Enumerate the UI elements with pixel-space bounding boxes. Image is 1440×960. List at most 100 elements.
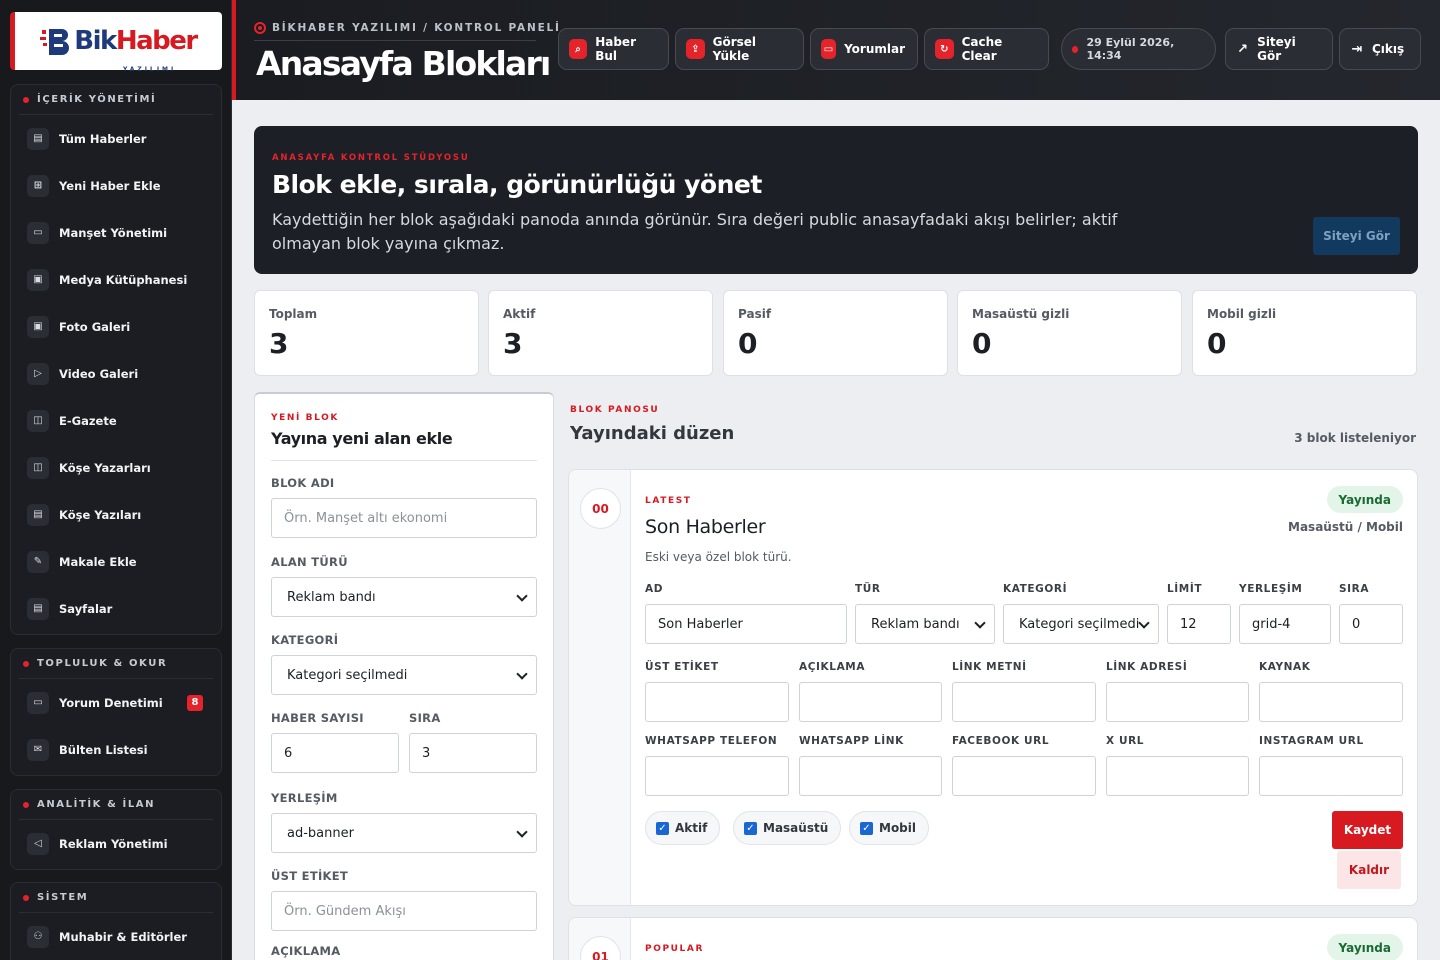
- stat-card-desktop-hidden: Masaüstü gizli 0: [957, 290, 1182, 376]
- book-icon: ◫: [27, 456, 49, 479]
- sidebar-item-add-article[interactable]: ✎ Makale Ekle: [11, 538, 221, 585]
- field-label: LİNK METNİ: [952, 661, 1027, 673]
- sidebar-item-media[interactable]: ▣ Medya Kütüphanesi: [11, 256, 221, 303]
- link-url-input[interactable]: [1106, 682, 1249, 722]
- block-category-select[interactable]: Kategori seçilmedi: [1003, 604, 1159, 644]
- sidebar-item-label: Sayfalar: [59, 601, 113, 616]
- photo-icon: ▣: [27, 315, 49, 338]
- board-count: 3 blok listeleniyor: [1294, 431, 1416, 445]
- whatsapp-phone-input[interactable]: [645, 756, 789, 796]
- topbar: BİKHABER YAZILIMI / KONTROL PANELİ Anasa…: [232, 0, 1440, 100]
- logo-b-icon: [40, 29, 70, 55]
- sidebar-item-ads[interactable]: ◁ Reklam Yönetimi: [11, 820, 221, 867]
- category-select[interactable]: Kategori seçilmedi: [271, 655, 537, 695]
- divider: [271, 460, 537, 461]
- area-type-select[interactable]: Reklam bandı: [271, 577, 537, 617]
- field-label: KATEGORİ: [1003, 583, 1068, 595]
- video-icon: ▷: [27, 362, 49, 385]
- sidebar-item-add-news[interactable]: ⊞ Yeni Haber Ekle: [11, 162, 221, 209]
- order-input[interactable]: 3: [409, 733, 537, 773]
- mobile-checkbox[interactable]: ✓ Mobil: [849, 811, 930, 845]
- logout-button[interactable]: ⇥ Çıkış: [1339, 28, 1421, 70]
- sidebar-item-columnists[interactable]: ◫ Köşe Yazarları: [11, 444, 221, 491]
- sidebar-item-columns[interactable]: ▤ Köşe Yazıları: [11, 491, 221, 538]
- external-link-icon: ↗: [1237, 41, 1249, 57]
- field-label: LİMİT: [1167, 583, 1203, 595]
- sidebar-item-e-newspaper[interactable]: ◫ E-Gazete: [11, 397, 221, 444]
- sidebar-item-comment-moderation[interactable]: ▭ Yorum Denetimi 8: [11, 679, 221, 726]
- device-visibility: Masaüstü / Mobil: [1288, 520, 1403, 534]
- status-badge: Yayında: [1326, 934, 1403, 960]
- sidebar-item-all-news[interactable]: ▤ Tüm Haberler: [11, 115, 221, 162]
- block-order-input[interactable]: 0: [1339, 604, 1403, 644]
- sidebar-item-headline[interactable]: ▭ Manşet Yönetimi: [11, 209, 221, 256]
- check-icon: ✓: [744, 821, 757, 835]
- sidebar-item-label: Makale Ekle: [59, 554, 137, 569]
- block-order-rail: 01: [569, 918, 631, 960]
- block-description: Eski veya özel blok türü.: [645, 550, 792, 564]
- save-button[interactable]: Kaydet: [1332, 811, 1403, 849]
- sidebar-item-pages[interactable]: ▤ Sayfalar: [11, 585, 221, 632]
- sidebar-item-newsletter[interactable]: ✉ Bülten Listesi: [11, 726, 221, 773]
- active-checkbox[interactable]: ✓ Aktif: [645, 811, 721, 845]
- brand-name: BikHaber: [74, 26, 198, 56]
- stat-card-total: Toplam 3: [254, 290, 479, 376]
- sidebar-item-reporters[interactable]: ⚇ Muhabir & Editörler: [11, 913, 221, 960]
- stat-card-active: Aktif 3: [488, 290, 713, 376]
- document-icon: ▤: [27, 597, 49, 620]
- desktop-checkbox[interactable]: ✓ Masaüstü: [733, 811, 842, 845]
- sidebar-item-label: Bülten Listesi: [59, 742, 148, 757]
- facebook-url-input[interactable]: [952, 756, 1096, 796]
- comments-button[interactable]: ▭ Yorumlar: [810, 28, 918, 70]
- hero-view-site-button[interactable]: Siteyi Gör: [1313, 217, 1400, 255]
- sidebar-item-video-gallery[interactable]: ▷ Video Galeri: [11, 350, 221, 397]
- sidebar-item-label: Muhabir & Editörler: [59, 929, 187, 944]
- remove-button[interactable]: Kaldır: [1337, 851, 1401, 889]
- find-news-button[interactable]: ⌕ Haber Bul: [558, 28, 669, 70]
- block-card: 00 LATEST Son Haberler Eski veya özel bl…: [568, 469, 1418, 906]
- upload-image-button[interactable]: ⇪ Görsel Yükle: [675, 28, 804, 70]
- sidebar-item-label: Tüm Haberler: [59, 131, 147, 146]
- hero-title: Blok ekle, sırala, görünürlüğü yönet: [272, 170, 762, 199]
- bullet-dot: [23, 801, 29, 808]
- block-name-input[interactable]: Örn. Manşet altı ekonomi: [271, 498, 537, 538]
- sidebar-item-photo-gallery[interactable]: ▣ Foto Galeri: [11, 303, 221, 350]
- block-name-input[interactable]: Son Haberler: [645, 604, 847, 644]
- sidebar-group-title: SİSTEM: [37, 892, 89, 903]
- mail-icon: ✉: [27, 738, 49, 761]
- field-label: TÜR: [855, 583, 881, 595]
- block-type-select[interactable]: Reklam bandı: [855, 604, 995, 644]
- view-site-button[interactable]: ↗ Siteyi Gör: [1225, 28, 1333, 70]
- news-count-input[interactable]: 6: [271, 733, 399, 773]
- description-input[interactable]: [799, 682, 942, 722]
- field-label: AD: [645, 583, 664, 595]
- top-tag-input[interactable]: [645, 682, 789, 722]
- source-input[interactable]: [1259, 682, 1403, 722]
- category-label: KATEGORİ: [271, 633, 339, 647]
- banner-icon: ▭: [27, 221, 49, 244]
- x-url-input[interactable]: [1106, 756, 1249, 796]
- top-tag-label: ÜST ETİKET: [271, 869, 349, 883]
- divider: [254, 40, 536, 41]
- link-text-input[interactable]: [952, 682, 1096, 722]
- sidebar-item-label: Yeni Haber Ekle: [59, 178, 161, 193]
- brand-logo[interactable]: BikHaber YAZILIMI: [10, 12, 222, 73]
- cache-clear-button[interactable]: ↻ Cache Clear: [924, 28, 1049, 70]
- field-label: YERLEŞİM: [1239, 583, 1303, 595]
- bullet-dot: [23, 96, 29, 103]
- comment-icon: ▭: [821, 39, 837, 59]
- hero-banner: ANASAYFA KONTROL STÜDYOSU Blok ekle, sır…: [254, 126, 1418, 274]
- top-tag-input[interactable]: Örn. Gündem Akışı: [271, 891, 537, 931]
- block-limit-input[interactable]: 12: [1167, 604, 1231, 644]
- layout-select[interactable]: ad-banner: [271, 813, 537, 853]
- stat-card-mobile-hidden: Mobil gizli 0: [1192, 290, 1417, 376]
- live-ring-icon: [254, 22, 266, 34]
- block-order-number: 01: [580, 936, 621, 960]
- whatsapp-link-input[interactable]: [799, 756, 942, 796]
- document-icon: ▤: [27, 503, 49, 526]
- block-layout-input[interactable]: grid-4: [1239, 604, 1331, 644]
- page-title: Anasayfa Blokları: [256, 44, 551, 83]
- block-card: 01 POPULAR Yayında: [568, 917, 1418, 960]
- brand-subtitle: YAZILIMI: [123, 66, 177, 73]
- instagram-url-input[interactable]: [1259, 756, 1403, 796]
